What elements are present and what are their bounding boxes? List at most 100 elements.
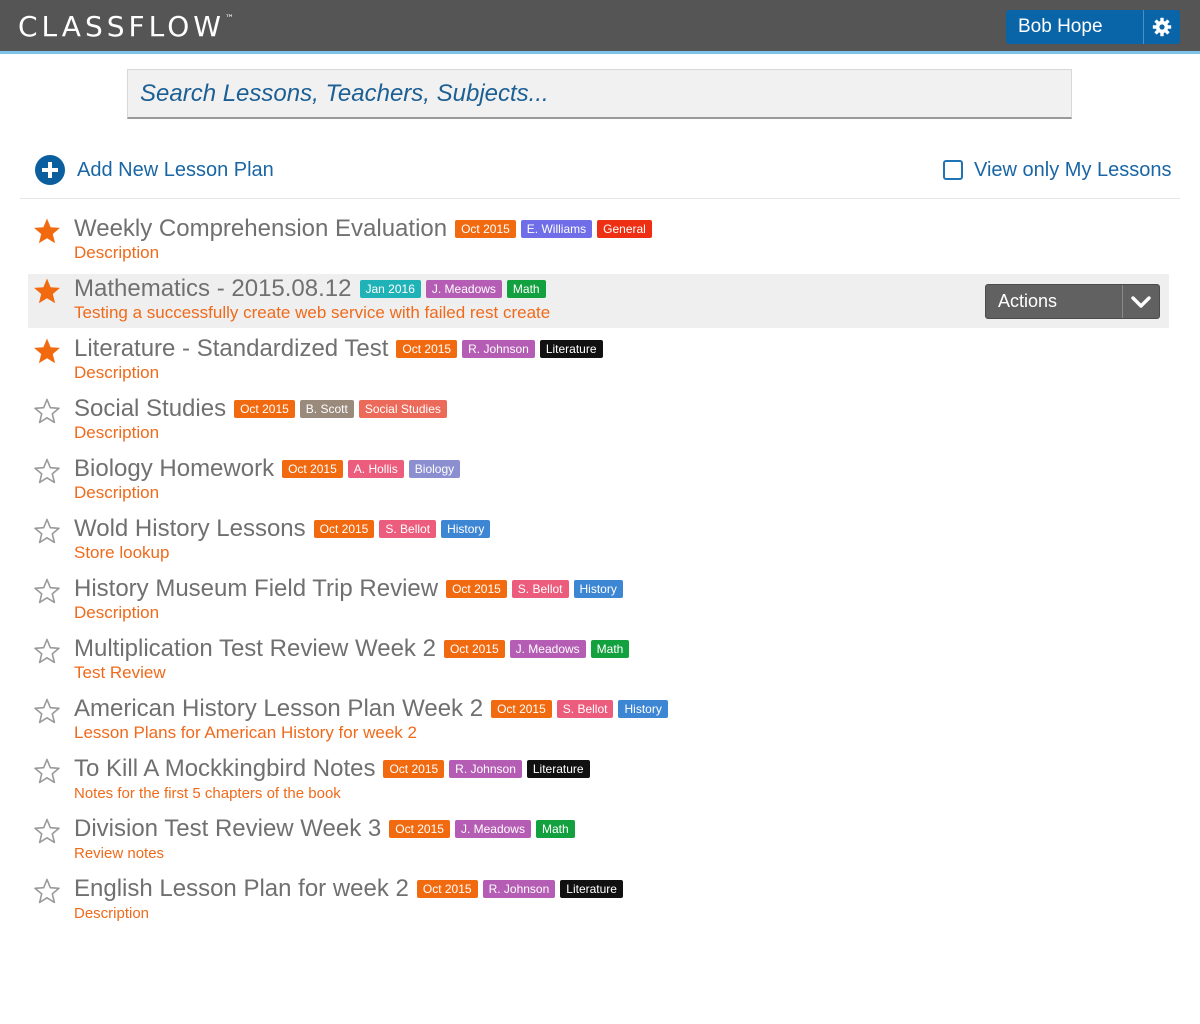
lesson-title[interactable]: American History Lesson Plan Week 2 xyxy=(74,694,483,724)
lesson-description: Description xyxy=(74,363,160,382)
gear-icon xyxy=(1152,17,1172,37)
subject-tag: Literature xyxy=(560,880,623,898)
lesson-row[interactable]: Weekly Comprehension Evaluation Oct 2015 E… xyxy=(28,212,1169,272)
lesson-description: Review notes xyxy=(74,845,165,862)
divider xyxy=(20,198,1180,199)
lesson-title-row: Multiplication Test Review Week 2 Oct 201… xyxy=(74,634,634,664)
lesson-title[interactable]: Weekly Comprehension Evaluation xyxy=(74,214,447,244)
lesson-row[interactable]: Multiplication Test Review Week 2 Oct 201… xyxy=(28,632,1169,692)
search-input[interactable] xyxy=(128,70,1071,117)
view-only-label: View only My Lessons xyxy=(974,158,1172,181)
lesson-row[interactable]: Mathematics - 2015.08.12 Jan 2016 J. Meado… xyxy=(28,274,1169,328)
star-outline-icon[interactable] xyxy=(33,577,61,605)
subject-tag: Math xyxy=(506,280,546,298)
plus-circle-icon xyxy=(35,155,65,185)
star-outline-icon[interactable] xyxy=(33,877,61,905)
star-outline-icon[interactable] xyxy=(33,397,61,425)
subject-tag: Literature xyxy=(539,340,603,358)
lesson-title-row: Social Studies Oct 2015 B. Scott Social Stu… xyxy=(74,394,452,424)
actions-dropdown-button[interactable]: Actions xyxy=(985,284,1160,319)
star-outline-icon[interactable] xyxy=(33,697,61,725)
date-tag: Oct 2015 xyxy=(282,460,343,478)
classflow-logo[interactable]: CLASSFLOW™ xyxy=(18,10,234,43)
teacher-tag: E. Williams xyxy=(520,220,593,238)
user-menu: Bob Hope xyxy=(1006,10,1180,44)
user-name-button[interactable]: Bob Hope xyxy=(1006,10,1143,44)
star-filled-icon[interactable] xyxy=(33,337,61,365)
lesson-title[interactable]: Mathematics - 2015.08.12 xyxy=(74,274,352,304)
lesson-row[interactable]: To Kill A Mockkingbird Notes Oct 2015 R. J… xyxy=(28,752,1169,812)
lesson-title[interactable]: Social Studies xyxy=(74,394,226,424)
date-tag: Oct 2015 xyxy=(383,760,445,778)
subject-tag: Math xyxy=(590,640,630,658)
subject-tag: History xyxy=(573,580,623,598)
lesson-row[interactable]: History Museum Field Trip Review Oct 2015… xyxy=(28,572,1169,632)
lesson-list: Weekly Comprehension Evaluation Oct 2015 E… xyxy=(28,212,1169,932)
lesson-row[interactable]: American History Lesson Plan Week 2 Oct 2… xyxy=(28,692,1169,752)
date-tag: Oct 2015 xyxy=(446,580,507,598)
date-tag: Oct 2015 xyxy=(443,640,505,658)
lesson-title[interactable]: Wold History Lessons xyxy=(74,514,306,544)
subject-tag: Biology xyxy=(408,460,461,478)
teacher-tag: J. Meadows xyxy=(425,280,502,298)
lesson-description: Store lookup xyxy=(74,543,170,562)
lesson-row[interactable]: Division Test Review Week 3 Oct 2015 J. Me… xyxy=(28,812,1169,872)
date-tag: Jan 2016 xyxy=(359,280,421,298)
lesson-title[interactable]: To Kill A Mockkingbird Notes xyxy=(74,754,375,784)
date-tag: Oct 2015 xyxy=(416,880,478,898)
top-bar: CLASSFLOW™ Bob Hope xyxy=(0,0,1200,54)
lesson-description: Description xyxy=(74,243,160,262)
lesson-title-row: English Lesson Plan for week 2 Oct 2015 R.… xyxy=(74,874,628,904)
star-outline-icon[interactable] xyxy=(33,757,61,785)
lesson-title-row: Wold History Lessons Oct 2015 S. Bellot His… xyxy=(74,514,495,544)
lesson-title-row: Biology Homework Oct 2015 A. Hollis Biology xyxy=(74,454,465,484)
lesson-row[interactable]: Literature - Standardized Test Oct 2015 R.… xyxy=(28,332,1169,392)
teacher-tag: S. Bellot xyxy=(379,520,437,538)
star-outline-icon[interactable] xyxy=(33,637,61,665)
view-only-my-lessons-toggle[interactable]: View only My Lessons xyxy=(943,158,1172,182)
add-lesson-plan-label: Add New Lesson Plan xyxy=(77,158,274,181)
lesson-title-row: Weekly Comprehension Evaluation Oct 2015 E… xyxy=(74,214,657,244)
date-tag: Oct 2015 xyxy=(313,520,375,538)
lesson-title[interactable]: Multiplication Test Review Week 2 xyxy=(74,634,436,664)
lesson-description: Test Review xyxy=(74,663,166,682)
lesson-description: Description xyxy=(74,905,150,922)
star-filled-icon[interactable] xyxy=(33,277,61,305)
date-tag: Oct 2015 xyxy=(234,400,295,418)
date-tag: Oct 2015 xyxy=(491,700,552,718)
lesson-title-row: Mathematics - 2015.08.12 Jan 2016 J. Meado… xyxy=(74,274,551,304)
teacher-tag: S. Bellot xyxy=(556,700,614,718)
date-tag: Oct 2015 xyxy=(389,820,450,838)
lesson-title[interactable]: Biology Homework xyxy=(74,454,274,484)
subject-tag: Social Studies xyxy=(358,400,447,418)
lesson-row[interactable]: Wold History Lessons Oct 2015 S. Bellot His… xyxy=(28,512,1169,572)
lesson-title[interactable]: English Lesson Plan for week 2 xyxy=(74,874,409,904)
teacher-tag: B. Scott xyxy=(299,400,354,418)
star-outline-icon[interactable] xyxy=(33,457,61,485)
subject-tag: History xyxy=(441,520,491,538)
date-tag: Oct 2015 xyxy=(396,340,458,358)
chevron-down-icon[interactable] xyxy=(1123,285,1159,318)
star-filled-icon[interactable] xyxy=(33,217,61,245)
subject-tag: General xyxy=(597,220,652,238)
teacher-tag: S. Bellot xyxy=(511,580,569,598)
lesson-title[interactable]: Division Test Review Week 3 xyxy=(74,814,381,844)
lesson-title-row: American History Lesson Plan Week 2 Oct 2… xyxy=(74,694,673,724)
lesson-description: Description xyxy=(74,423,160,442)
add-lesson-plan-button[interactable]: Add New Lesson Plan xyxy=(35,155,274,185)
lesson-row[interactable]: Biology Homework Oct 2015 A. Hollis Biology… xyxy=(28,452,1169,512)
lesson-row[interactable]: Social Studies Oct 2015 B. Scott Social Stu… xyxy=(28,392,1169,452)
lesson-description: Description xyxy=(74,603,160,622)
date-tag: Oct 2015 xyxy=(455,220,516,238)
star-outline-icon[interactable] xyxy=(33,817,61,845)
lesson-title-row: Division Test Review Week 3 Oct 2015 J. Me… xyxy=(74,814,580,844)
teacher-tag: A. Hollis xyxy=(347,460,404,478)
lesson-row[interactable]: English Lesson Plan for week 2 Oct 2015 R.… xyxy=(28,872,1169,932)
lesson-title[interactable]: Literature - Standardized Test xyxy=(74,334,388,364)
lesson-description: Lesson Plans for American History for we… xyxy=(74,723,417,742)
view-only-checkbox[interactable] xyxy=(943,160,963,180)
star-outline-icon[interactable] xyxy=(33,517,61,545)
settings-button[interactable] xyxy=(1144,10,1180,44)
lesson-title[interactable]: History Museum Field Trip Review xyxy=(74,574,438,604)
teacher-tag: J. Meadows xyxy=(454,820,531,838)
